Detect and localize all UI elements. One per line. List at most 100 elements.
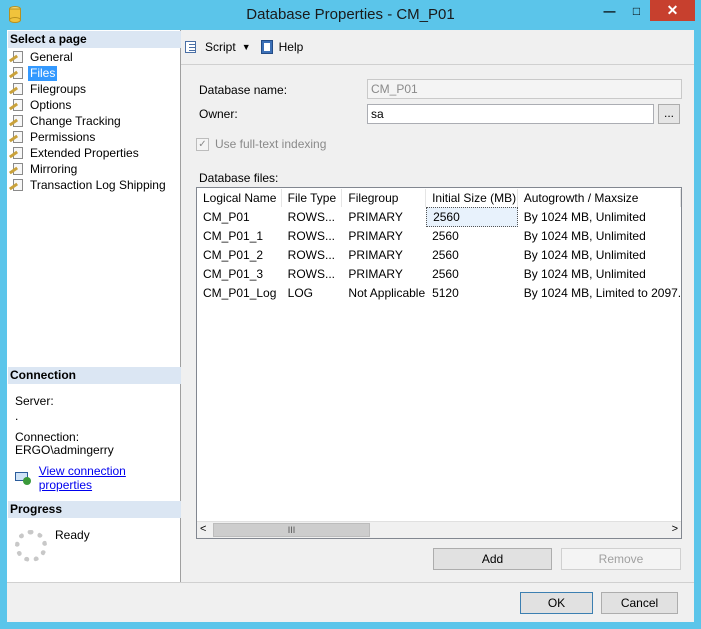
cell-autogrowth[interactable]: By 1024 MB, Unlimited [518,227,681,245]
nav-item-filegroups[interactable]: Filegroups [8,81,179,97]
cell-initial-size[interactable]: 5120 [426,284,518,302]
nav-item-general[interactable]: General [8,49,179,65]
cell-filegroup[interactable]: PRIMARY [342,208,426,226]
column-header-initial-size[interactable]: Initial Size (MB) [426,188,518,207]
select-page-header: Select a page [8,31,181,48]
browse-owner-button[interactable]: ... [658,104,680,124]
toolbar-divider [181,64,694,65]
page-list: General Files Filegroups Options Change … [8,49,179,193]
footer-divider [7,582,694,583]
scroll-right-icon[interactable]: > [672,523,678,535]
horizontal-scrollbar[interactable]: < III > [197,521,681,538]
database-name-field: CM_P01 [367,79,682,99]
script-label: Script [205,40,236,54]
database-files-grid[interactable]: Logical Name File Type Filegroup Initial… [196,187,682,539]
column-header-logical-name[interactable]: Logical Name [197,188,282,207]
connection-header: Connection [8,367,181,384]
cell-filegroup[interactable]: Not Applicable [342,284,426,302]
cell-logical-name[interactable]: CM_P01_3 [197,265,282,283]
cell-file-type[interactable]: ROWS... [282,265,343,283]
help-icon [259,40,275,54]
table-row[interactable]: CM_P01_3 ROWS... PRIMARY 2560 By 1024 MB… [197,264,681,283]
title-bar: Database Properties - CM_P01 — □ ✕ [0,0,701,30]
ok-button[interactable]: OK [520,592,593,614]
database-files-label: Database files: [199,171,279,185]
progress-status: Ready [55,528,90,542]
cell-file-type[interactable]: LOG [282,284,343,302]
page-wrench-icon [8,179,23,191]
page-wrench-icon [8,115,23,127]
cell-filegroup[interactable]: PRIMARY [342,227,426,245]
page-wrench-icon [8,147,23,159]
nav-item-mirroring[interactable]: Mirroring [8,161,179,177]
minimize-button[interactable]: — [596,0,623,21]
cell-filegroup[interactable]: PRIMARY [342,246,426,264]
page-wrench-icon [8,67,23,79]
close-button[interactable]: ✕ [650,0,695,21]
cell-initial-size[interactable]: 2560 [426,265,518,283]
cell-initial-size[interactable]: 2560 [426,206,518,227]
cell-autogrowth[interactable]: By 1024 MB, Unlimited [518,265,681,283]
nav-item-change-tracking[interactable]: Change Tracking [8,113,179,129]
grid-header-row: Logical Name File Type Filegroup Initial… [197,188,681,207]
cell-logical-name[interactable]: CM_P01 [197,208,282,226]
progress-header: Progress [8,501,181,518]
database-name-label: Database name: [199,83,288,97]
cancel-button[interactable]: Cancel [601,592,678,614]
server-label: Server: [15,394,54,408]
toolbar: Script ▼ Help [185,36,311,58]
page-wrench-icon [8,83,23,95]
nav-item-transaction-log-shipping[interactable]: Transaction Log Shipping [8,177,179,193]
cell-autogrowth[interactable]: By 1024 MB, Limited to 2097... [518,284,681,302]
cell-autogrowth[interactable]: By 1024 MB, Unlimited [518,208,681,226]
checkbox-checked-icon: ✓ [196,137,209,151]
owner-field[interactable]: sa [367,104,654,124]
fulltext-indexing-label: Use full-text indexing [215,137,327,151]
script-icon [185,40,201,54]
server-value: . [15,409,19,423]
cell-filegroup[interactable]: PRIMARY [342,265,426,283]
cell-file-type[interactable]: ROWS... [282,246,343,264]
help-button[interactable]: Help [259,40,304,54]
cell-logical-name[interactable]: CM_P01_2 [197,246,282,264]
left-pane: Select a page General Files Filegroups O… [7,30,181,582]
table-row[interactable]: CM_P01_2 ROWS... PRIMARY 2560 By 1024 MB… [197,245,681,264]
cell-file-type[interactable]: ROWS... [282,208,343,226]
view-connection-properties[interactable]: View connection properties [15,464,180,492]
cell-initial-size[interactable]: 2560 [426,227,518,245]
page-wrench-icon [8,51,23,63]
table-row[interactable]: CM_P01_Log LOG Not Applicable 5120 By 10… [197,283,681,302]
progress-spinner-icon [15,530,47,562]
column-header-file-type[interactable]: File Type [282,188,343,207]
nav-item-extended-properties[interactable]: Extended Properties [8,145,179,161]
nav-item-files[interactable]: Files [8,65,179,81]
dialog-client-area: Select a page General Files Filegroups O… [7,30,694,622]
remove-button[interactable]: Remove [561,548,681,570]
chevron-down-icon[interactable]: ▼ [242,42,251,52]
page-wrench-icon [8,131,23,143]
cell-file-type[interactable]: ROWS... [282,227,343,245]
table-row[interactable]: CM_P01 ROWS... PRIMARY 2560 By 1024 MB, … [197,206,681,227]
scroll-left-icon[interactable]: < [200,523,206,535]
view-connection-link[interactable]: View connection properties [39,464,180,492]
column-header-filegroup[interactable]: Filegroup [342,188,427,207]
nav-item-options[interactable]: Options [8,97,179,113]
maximize-button[interactable]: □ [623,0,650,21]
fulltext-indexing-checkbox: ✓ Use full-text indexing [196,137,326,151]
connection-info: Server: . Connection: ERGO\admingerry [15,395,180,457]
connection-properties-icon [15,471,33,485]
cell-initial-size[interactable]: 2560 [426,246,518,264]
owner-label: Owner: [199,107,238,121]
cell-logical-name[interactable]: CM_P01_1 [197,227,282,245]
help-label: Help [278,40,304,54]
page-wrench-icon [8,99,23,111]
page-wrench-icon [8,163,23,175]
column-header-autogrowth[interactable]: Autogrowth / Maxsize [518,188,681,207]
cell-logical-name[interactable]: CM_P01_Log [197,284,282,302]
script-button[interactable]: Script ▼ [185,40,251,54]
table-row[interactable]: CM_P01_1 ROWS... PRIMARY 2560 By 1024 MB… [197,226,681,245]
nav-item-permissions[interactable]: Permissions [8,129,179,145]
add-button[interactable]: Add [433,548,552,570]
cell-autogrowth[interactable]: By 1024 MB, Unlimited [518,246,681,264]
scrollbar-thumb[interactable]: III [213,523,370,537]
